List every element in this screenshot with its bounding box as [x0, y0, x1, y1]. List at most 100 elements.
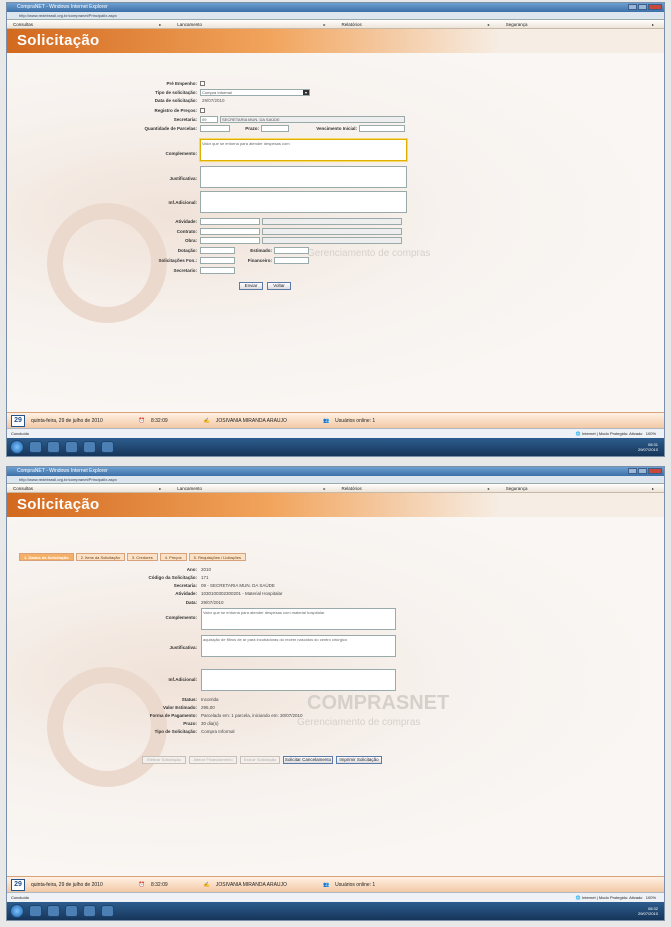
- status-time: 8:32:09: [150, 881, 168, 888]
- justificativa-label: Justificativa:: [169, 176, 197, 181]
- complemento-textarea[interactable]: Valor que se entorna para atender despes…: [200, 139, 407, 161]
- chevron-right-icon: ▸: [487, 22, 490, 27]
- solicitar-cancelamento-button[interactable]: Solicitar Cancelamento: [283, 756, 333, 764]
- window-titlebar: CompraNET - Windows Internet Explorer: [7, 3, 664, 12]
- maximize-button[interactable]: [638, 4, 647, 10]
- tab-precos[interactable]: 4. Preços: [159, 553, 187, 561]
- chevron-right-icon: ▸: [323, 486, 326, 491]
- explorer-taskbar-icon[interactable]: [47, 905, 60, 917]
- tipo-select[interactable]: Compra Informal ▾: [200, 89, 310, 96]
- enviar-button[interactable]: Enviar: [239, 282, 263, 290]
- page-title: Solicitação: [7, 29, 664, 53]
- menu-relatorios[interactable]: Relatórios ▸: [336, 484, 500, 492]
- justificativa-textarea[interactable]: aquisição de filtros de ar para incubado…: [201, 635, 396, 657]
- obra-name-input: [262, 237, 402, 244]
- tab-dados[interactable]: 1. Dados da Solicitação: [19, 553, 74, 561]
- dotacao-label: Dotação:: [177, 248, 197, 253]
- users-online-icon: 👥: [322, 881, 330, 888]
- prazo-label: Prazo:: [183, 721, 197, 726]
- registro-label: Registro de Preços:: [154, 108, 197, 113]
- obra-code-input[interactable]: [200, 237, 260, 244]
- start-button[interactable]: [10, 440, 24, 454]
- excluir-button[interactable]: Excluir Solicitação: [240, 756, 280, 764]
- financeiro-input[interactable]: [274, 257, 309, 264]
- tipo-label: Tipo de solicitação:: [155, 90, 197, 95]
- taskbar-clock: 08:31 29/07/2010: [637, 442, 658, 452]
- menu-lancamento[interactable]: Lancamento ▸: [171, 20, 335, 28]
- data-value: 29/07/2010: [201, 600, 224, 605]
- tab-requisicoes[interactable]: 5. Requisições / Licitações: [188, 553, 246, 561]
- voltar-button[interactable]: Voltar: [267, 282, 291, 290]
- ano-value: 2010: [201, 567, 212, 572]
- chevron-right-icon: ▸: [487, 486, 490, 491]
- app-taskbar-icon[interactable]: [83, 441, 96, 453]
- atividade-code-input[interactable]: [200, 218, 260, 225]
- status-user: JOSIVANIA MIRANDA ARAUJO: [215, 417, 287, 424]
- tab-itens[interactable]: 2. Itens da Solicitação: [75, 553, 125, 561]
- pre-empenho-checkbox[interactable]: [200, 81, 205, 86]
- page-title: Solicitação: [7, 493, 664, 517]
- window-taskbar-icon[interactable]: [101, 905, 114, 917]
- ie-taskbar-icon[interactable]: [29, 905, 42, 917]
- status-online: Usuários online: 1: [335, 417, 376, 424]
- solicitacoes-label: Solicitações Fon.:: [158, 258, 197, 263]
- chevron-right-icon: ▸: [159, 22, 162, 27]
- minimize-button[interactable]: [628, 4, 637, 10]
- justificativa-textarea[interactable]: [200, 166, 407, 188]
- taskbar-clock: 08:32 29/07/2010: [637, 906, 658, 916]
- vencimento-label: Vencimento Inicial:: [316, 126, 357, 131]
- window-taskbar-icon[interactable]: [101, 441, 114, 453]
- app-status-bar: 29 quinta-feira, 29 de julho de 2010 ⏰ 8…: [7, 876, 664, 892]
- ano-label: Ano:: [186, 567, 197, 572]
- ie-status-bar: Concluído 🌐 Internet | Modo Protegido: A…: [7, 428, 664, 438]
- clock-icon: ⏰: [138, 881, 145, 888]
- status-online: Usuários online: 1: [335, 881, 376, 888]
- imprimir-button[interactable]: Imprimir Solicitação: [336, 756, 382, 764]
- app-taskbar-icon[interactable]: [83, 905, 96, 917]
- infadicional-label: Inf.Adicional:: [168, 677, 198, 682]
- efetivar-button[interactable]: Efetivar Solicitação: [142, 756, 186, 764]
- close-button[interactable]: [648, 468, 662, 474]
- tab-credores[interactable]: 3. Credores: [126, 553, 158, 561]
- complemento-textarea[interactable]: Valor que se entorna para atender despes…: [201, 608, 396, 630]
- prazo-value: 30 dia(s): [201, 721, 219, 726]
- menu-lancamento[interactable]: Lancamento ▸: [171, 484, 335, 492]
- ie-taskbar-icon[interactable]: [29, 441, 42, 453]
- estimado-input[interactable]: [274, 247, 309, 254]
- explorer-taskbar-icon[interactable]: [47, 441, 60, 453]
- infadicional-textarea[interactable]: [200, 191, 407, 213]
- start-button[interactable]: [10, 904, 24, 918]
- secretario-input[interactable]: [200, 267, 235, 274]
- prazo-input[interactable]: [261, 125, 289, 132]
- ie-status-left: Concluído: [11, 431, 30, 436]
- dropdown-arrow-icon: ▾: [303, 90, 309, 95]
- address-bar[interactable]: http://www.redebrasil.org.br/compranet/P…: [7, 12, 664, 20]
- media-taskbar-icon[interactable]: [65, 905, 78, 917]
- registro-checkbox[interactable]: [200, 108, 205, 113]
- chevron-right-icon: ▸: [651, 22, 654, 27]
- menu-consultas[interactable]: Consultas ▸: [7, 484, 171, 492]
- menu-relatorios[interactable]: Relatórios ▸: [336, 20, 500, 28]
- minimize-button[interactable]: [628, 468, 637, 474]
- infadicional-textarea[interactable]: [201, 669, 396, 691]
- alterar-financiamento-button[interactable]: Alterar Financiamento: [189, 756, 237, 764]
- secretaria-value: 09 - SECRETARIA MUN. DA SAÚDE: [201, 583, 275, 588]
- zoom-level[interactable]: 100%: [646, 431, 656, 436]
- menu-seguranca[interactable]: Segurança ▸: [500, 484, 664, 492]
- complemento-label: Complemento:: [165, 151, 198, 156]
- secretaria-code-input[interactable]: 09: [200, 116, 218, 123]
- maximize-button[interactable]: [638, 468, 647, 474]
- menu-consultas[interactable]: Consultas ▸: [7, 20, 171, 28]
- address-bar[interactable]: http://www.redebrasil.org.br/compranet/P…: [7, 476, 664, 484]
- status-date: quinta-feira, 29 de julho de 2010: [31, 881, 103, 888]
- vencimento-input[interactable]: [359, 125, 405, 132]
- menu-seguranca[interactable]: Segurança ▸: [500, 20, 664, 28]
- globe-icon: 🌐: [575, 431, 581, 436]
- zoom-level[interactable]: 100%: [646, 895, 656, 900]
- close-button[interactable]: [648, 4, 662, 10]
- valor-value: 295,00: [201, 705, 215, 710]
- contrato-code-input[interactable]: [200, 228, 260, 235]
- media-taskbar-icon[interactable]: [65, 441, 78, 453]
- status-user: JOSIVANIA MIRANDA ARAUJO: [215, 881, 287, 888]
- estimado-label: Estimado:: [250, 248, 272, 253]
